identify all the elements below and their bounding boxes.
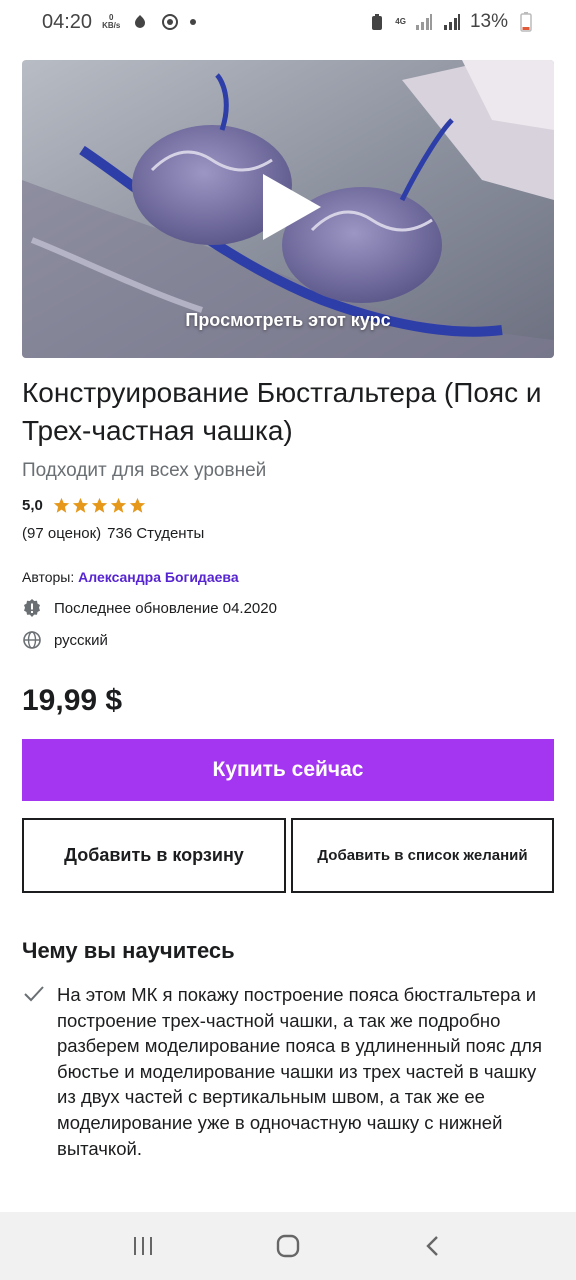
status-bar: 04:20 0 KB/s 4G 13% [0, 0, 576, 44]
system-nav-bar [0, 1212, 576, 1280]
back-icon [426, 1236, 439, 1256]
recent-apps-icon [133, 1237, 152, 1255]
students-count: 736 Студенты [107, 525, 205, 542]
check-icon [24, 986, 44, 1002]
signal-icon-2 [442, 12, 462, 32]
notification-icon [130, 12, 150, 32]
add-to-cart-button[interactable]: Добавить в корзину [22, 818, 286, 893]
course-title: Конструирование Бюстгальтера (Пояс и Тре… [22, 377, 542, 446]
language-row: русский [22, 630, 108, 650]
status-time: 04:20 [42, 10, 93, 33]
star-icon [72, 497, 89, 513]
alert-badge-icon [24, 599, 40, 617]
authors-line: Авторы: Александра Богидаева [22, 569, 239, 585]
battery-percent: 13% [469, 11, 508, 32]
home-button[interactable] [268, 1226, 308, 1266]
network-speed-unit: KB/s [102, 21, 121, 30]
star-icon [129, 497, 146, 513]
home-icon [276, 1234, 300, 1258]
globe-icon [23, 631, 41, 649]
buy-now-button[interactable]: Купить сейчас [22, 739, 554, 801]
battery-icon [516, 12, 536, 32]
last-update-text: Последнее обновление 04.2020 [54, 599, 277, 617]
last-update-row: Последнее обновление 04.2020 [22, 598, 277, 618]
ratings-count: (97 оценок) [22, 525, 102, 542]
course-preview[interactable]: Просмотреть этот курс [22, 60, 554, 358]
language-text: русский [54, 631, 108, 649]
star-icon [91, 497, 108, 513]
course-level: Подходит для всех уровней [22, 460, 267, 481]
battery-saver-icon [367, 12, 387, 32]
star-icon [110, 497, 127, 513]
rating-counts: (97 оценок) 736 Студенты [22, 525, 204, 542]
rating-value: 5,0 [22, 497, 43, 514]
add-to-wishlist-button[interactable]: Добавить в список желаний [291, 818, 554, 893]
preview-course-link[interactable]: Просмотреть этот курс [22, 310, 554, 331]
back-button[interactable] [413, 1226, 453, 1266]
course-price: 19,99 $ [22, 684, 123, 717]
more-notifications-dot [190, 19, 197, 25]
rating-row: 5,0 [22, 497, 146, 514]
network-type: 4G [395, 17, 406, 26]
star-icon [53, 497, 70, 513]
network-speed: 0 KB/s [102, 14, 120, 30]
authors-label: Авторы: [22, 569, 75, 585]
sync-icon [160, 12, 180, 32]
play-icon[interactable] [257, 172, 327, 242]
recent-apps-button[interactable] [123, 1226, 163, 1266]
signal-icon [414, 12, 434, 32]
rating-stars [53, 497, 146, 514]
learn-item: На этом МК я покажу построение пояса бюс… [57, 984, 542, 1159]
author-link[interactable]: Александра Богидаева [78, 569, 238, 585]
learn-heading: Чему вы научитесь [22, 938, 235, 963]
